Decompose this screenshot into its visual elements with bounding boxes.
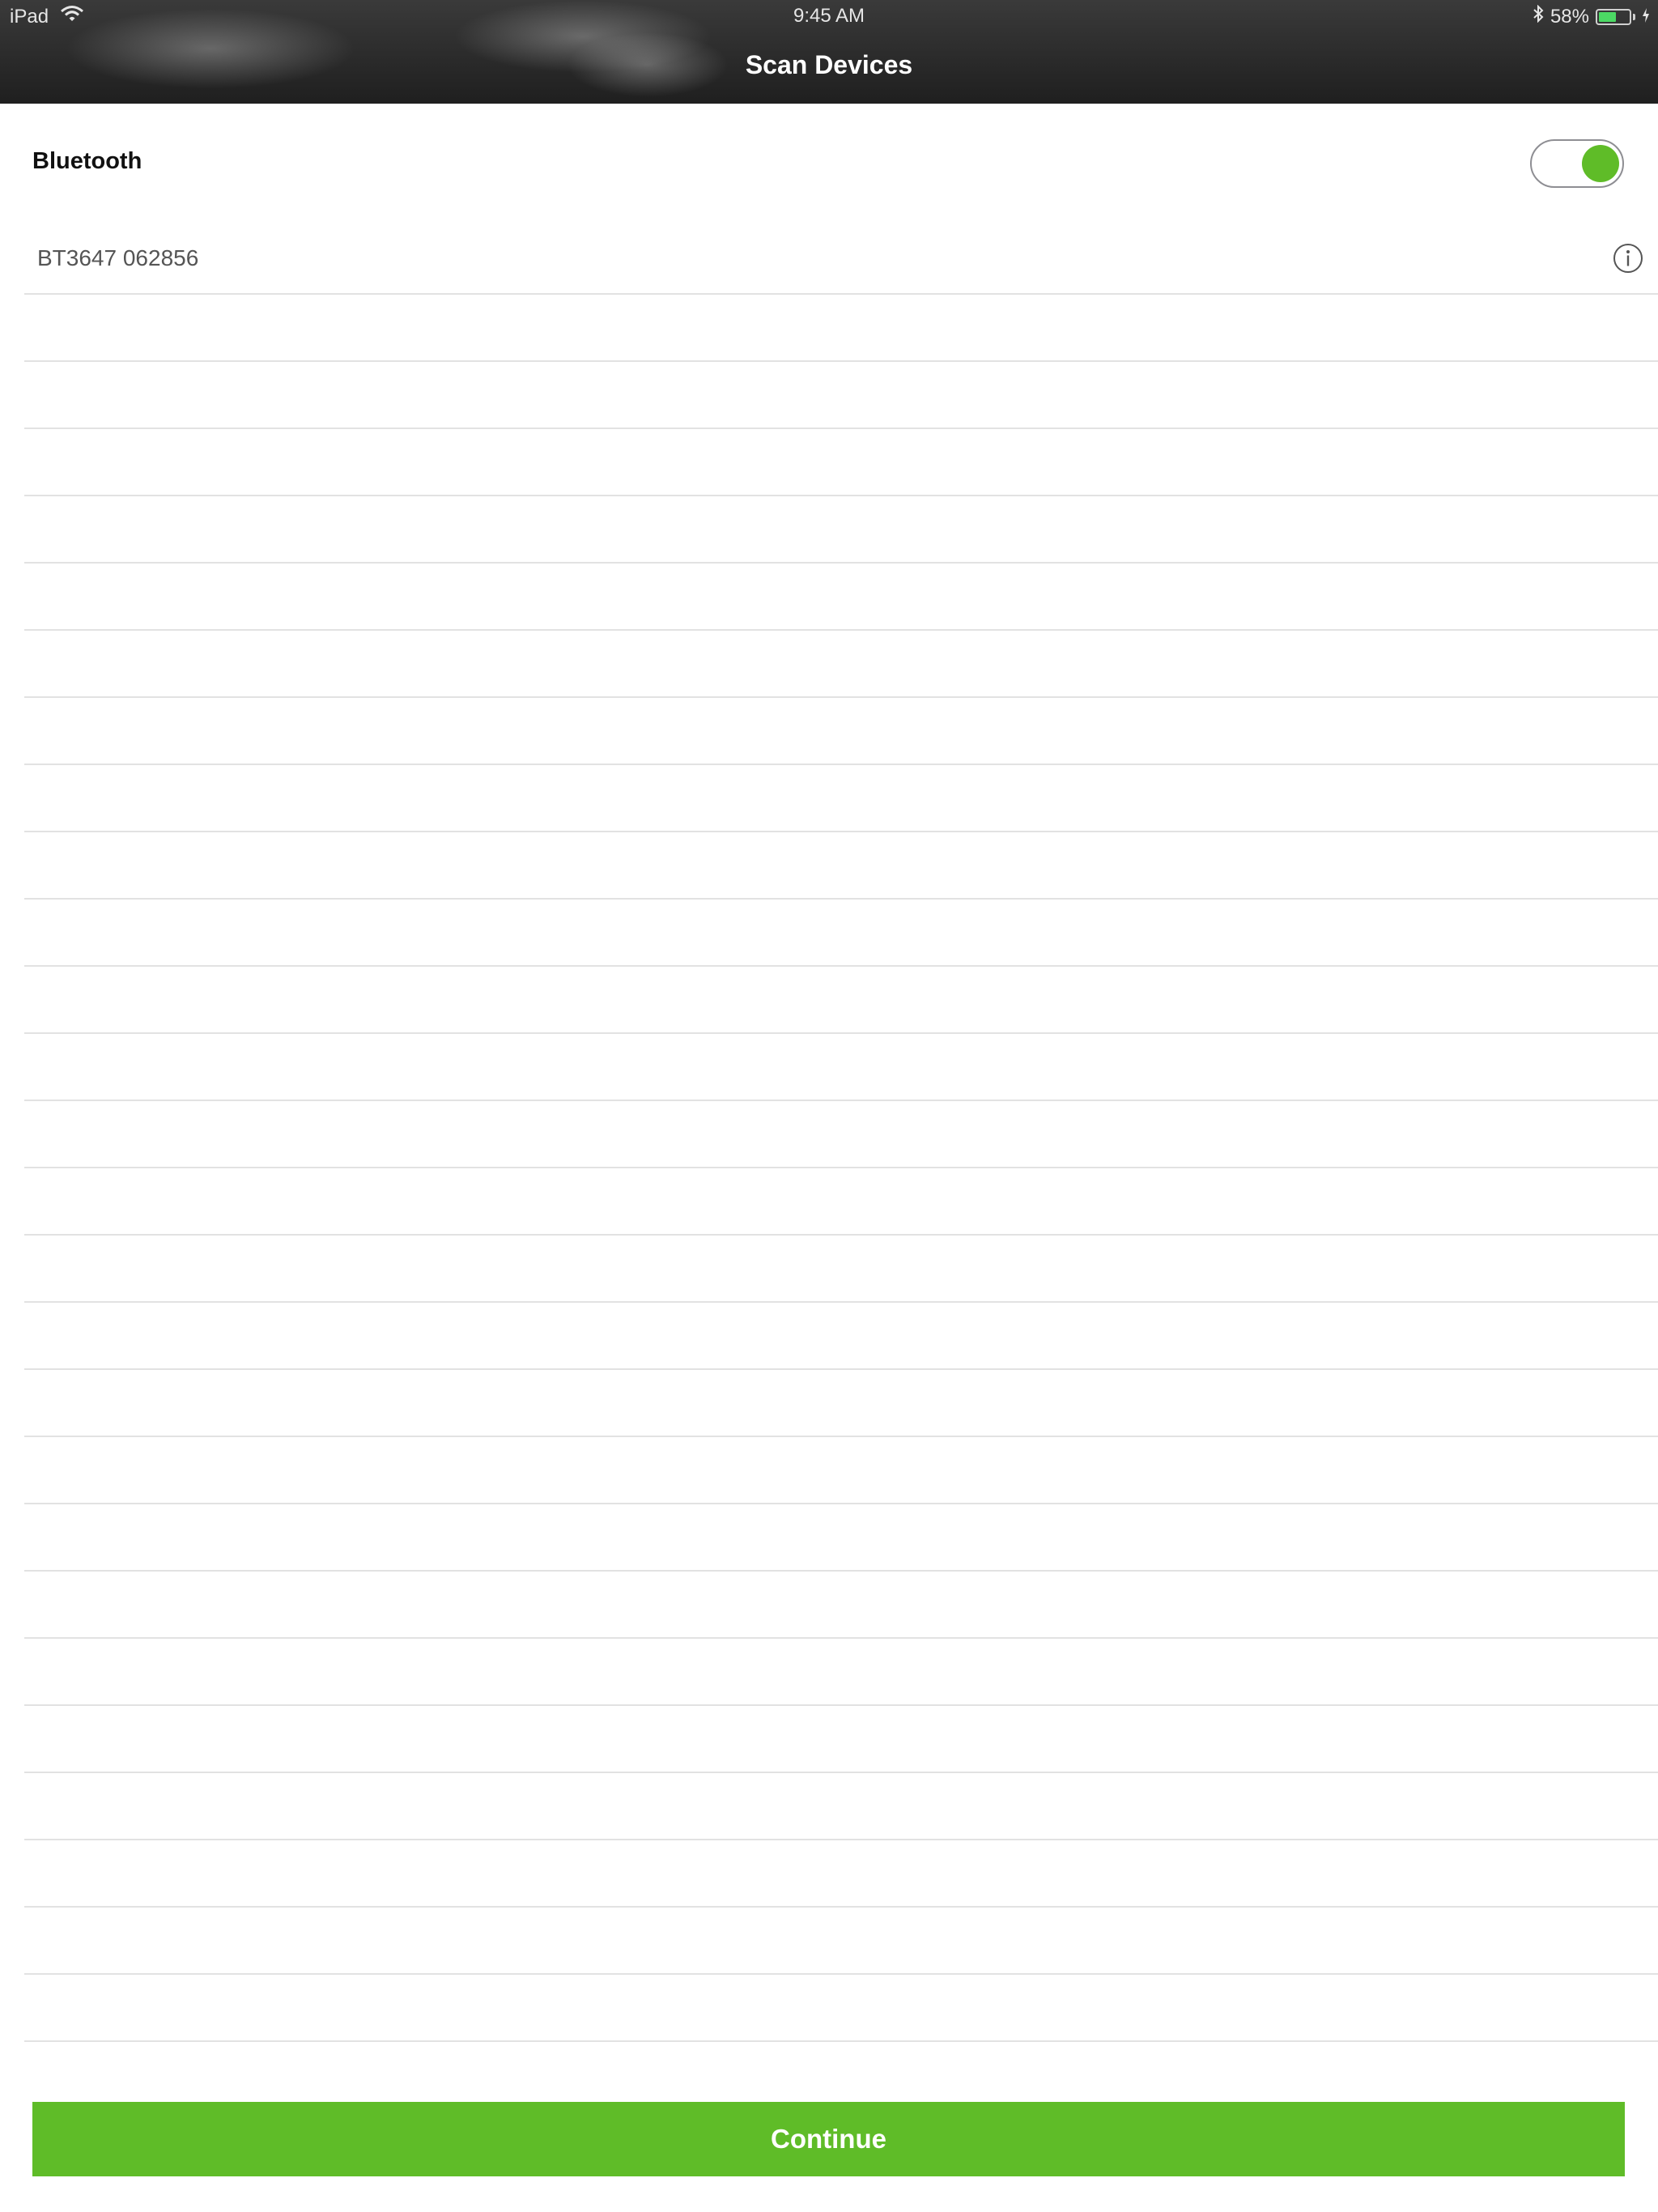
battery-percentage: 58% bbox=[1550, 5, 1589, 28]
charging-icon bbox=[1642, 6, 1650, 28]
empty-list-row bbox=[24, 295, 1658, 362]
empty-list-row bbox=[24, 900, 1658, 967]
empty-list-row bbox=[24, 1840, 1658, 1908]
page-title: Scan Devices bbox=[745, 50, 913, 79]
empty-list-row bbox=[24, 1303, 1658, 1370]
empty-list-row bbox=[24, 1773, 1658, 1840]
bluetooth-toggle[interactable] bbox=[1530, 139, 1624, 188]
device-name: BT3647 062856 bbox=[37, 245, 199, 270]
empty-list-row bbox=[24, 698, 1658, 765]
empty-list-row bbox=[24, 1437, 1658, 1504]
battery-fill bbox=[1599, 11, 1616, 22]
empty-list-row bbox=[24, 564, 1658, 631]
empty-list-row bbox=[24, 967, 1658, 1034]
status-right: 58% bbox=[1533, 4, 1650, 28]
empty-list-row bbox=[24, 1572, 1658, 1639]
empty-list-row bbox=[24, 832, 1658, 900]
empty-list-row bbox=[24, 1706, 1658, 1773]
empty-list-row bbox=[24, 1504, 1658, 1572]
empty-list-row bbox=[24, 1639, 1658, 1706]
toggle-knob bbox=[1582, 145, 1619, 182]
empty-list-row bbox=[24, 1370, 1658, 1437]
device-row[interactable]: BT3647 062856 bbox=[24, 225, 1658, 295]
battery-cap bbox=[1633, 13, 1635, 20]
status-bar: iPad 9:45 AM 58% bbox=[0, 0, 1658, 32]
bluetooth-status-icon bbox=[1533, 4, 1544, 28]
continue-button[interactable]: Continue bbox=[32, 2102, 1625, 2176]
device-list: BT3647 062856 bbox=[24, 225, 1658, 2042]
bluetooth-label: Bluetooth bbox=[32, 148, 142, 174]
empty-list-row bbox=[24, 1236, 1658, 1303]
bluetooth-setting-row: Bluetooth bbox=[0, 104, 1658, 225]
empty-list-row bbox=[24, 1034, 1658, 1101]
empty-list-row bbox=[24, 429, 1658, 496]
empty-list-row bbox=[24, 1975, 1658, 2042]
empty-list-row bbox=[24, 765, 1658, 832]
empty-list-row bbox=[24, 1168, 1658, 1236]
empty-list-row bbox=[24, 1908, 1658, 1975]
empty-list-row bbox=[24, 496, 1658, 564]
empty-list-row bbox=[24, 362, 1658, 429]
info-icon[interactable] bbox=[1613, 243, 1643, 274]
empty-list-row bbox=[24, 631, 1658, 698]
battery-icon bbox=[1596, 8, 1631, 25]
status-time: 9:45 AM bbox=[793, 5, 865, 27]
navigation-header: iPad 9:45 AM 58% Scan Devices bbox=[0, 0, 1658, 104]
empty-list-row bbox=[24, 1101, 1658, 1168]
